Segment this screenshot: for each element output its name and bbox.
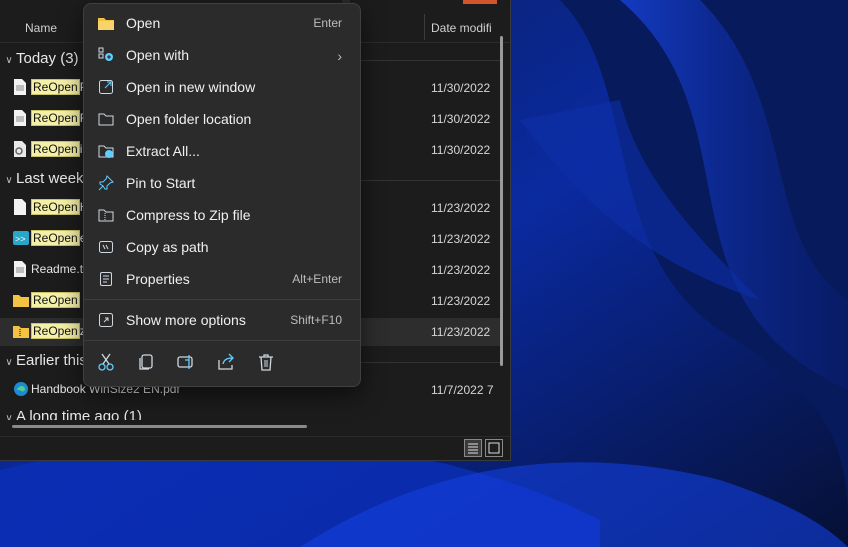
rename-icon[interactable] — [176, 352, 196, 372]
shortcut-label: Enter — [313, 16, 342, 30]
properties-icon — [100, 272, 112, 286]
new-window-icon — [99, 80, 113, 94]
file-name: i — [79, 142, 83, 156]
chevron-down-icon: ∨ — [5, 55, 13, 66]
name-column-header[interactable]: Name — [25, 21, 57, 35]
search-highlight: ReOpen — [31, 323, 80, 339]
chevron-right-icon: › — [337, 48, 342, 64]
tiles-view-icon — [488, 442, 500, 454]
status-bar — [0, 436, 510, 460]
menu-separator — [84, 299, 360, 300]
chevron-down-icon: ∨ — [5, 175, 13, 186]
shortcut-label: Alt+Enter — [292, 272, 342, 286]
group-header-today[interactable]: ∨ Today (3) — [0, 50, 78, 67]
details-view-button[interactable] — [464, 439, 482, 457]
menu-item-pin-to-start[interactable]: Pin to Start — [88, 168, 356, 198]
menu-item-open-new-window[interactable]: Open in new window — [88, 72, 356, 102]
search-highlight: ReOpen — [31, 110, 80, 126]
group-header-last-week[interactable]: ∨ Last week — [0, 170, 83, 187]
file-date: 11/23/2022 — [431, 201, 491, 215]
zip-folder-icon — [13, 326, 29, 338]
details-view-icon — [468, 443, 478, 454]
window-accent — [463, 0, 497, 4]
menu-item-open-folder-location[interactable]: Open folder location — [88, 104, 356, 134]
search-highlight: ReOpen — [31, 79, 80, 95]
text-file-icon — [14, 79, 26, 95]
zip-icon — [98, 209, 114, 222]
column-divider[interactable] — [424, 14, 425, 40]
app-icon: >> — [13, 231, 29, 245]
search-highlight: ReOpen — [31, 141, 80, 157]
copy-icon[interactable] — [136, 352, 156, 372]
file-name: Readme.t — [31, 262, 84, 276]
group-header-long-ago[interactable]: ∨ A long time ago (1) — [0, 408, 142, 420]
group-divider — [360, 180, 500, 181]
extract-icon — [98, 145, 114, 158]
more-options-icon — [99, 313, 113, 327]
file-date: 11/23/2022 — [431, 263, 491, 277]
cut-icon[interactable] — [96, 352, 116, 372]
file-date: 11/30/2022 — [431, 112, 491, 126]
date-column-header[interactable]: Date modifi — [431, 21, 492, 35]
folder-outline-icon — [98, 113, 114, 126]
menu-item-extract-all[interactable]: Extract All... — [88, 136, 356, 166]
delete-icon[interactable] — [256, 352, 276, 372]
file-date: 11/30/2022 — [431, 81, 491, 95]
text-file-icon — [14, 261, 26, 277]
settings-file-icon — [14, 141, 26, 157]
copy-path-icon — [99, 241, 113, 253]
edge-pdf-icon — [14, 382, 28, 396]
text-file-icon — [14, 110, 26, 126]
menu-item-copy-as-path[interactable]: Copy as path — [88, 232, 356, 262]
menu-item-properties[interactable]: Properties Alt+Enter — [88, 264, 356, 294]
chevron-down-icon: ∨ — [5, 413, 13, 420]
menu-item-show-more-options[interactable]: Show more options Shift+F10 — [88, 305, 356, 335]
search-highlight: ReOpen — [31, 199, 80, 215]
menu-item-open[interactable]: Open Enter — [88, 8, 356, 38]
file-date: 11/30/2022 — [431, 143, 491, 157]
tiles-view-button[interactable] — [485, 439, 503, 457]
vertical-scrollbar[interactable] — [500, 36, 503, 366]
horizontal-scrollbar[interactable] — [12, 425, 307, 428]
group-header-earlier[interactable]: ∨ Earlier this — [0, 352, 87, 369]
file-date: 11/23/2022 — [431, 294, 491, 308]
open-with-icon — [98, 47, 113, 61]
file-date: 11/7/2022 7 — [431, 383, 494, 397]
search-highlight: ReOpen — [31, 292, 80, 308]
search-highlight: ReOpen — [31, 230, 80, 246]
file-date: 11/23/2022 — [431, 325, 491, 339]
folder-icon — [98, 18, 114, 30]
share-icon[interactable] — [216, 352, 236, 372]
shortcut-label: Shift+F10 — [290, 313, 342, 327]
pin-icon — [98, 175, 114, 191]
menu-item-compress-zip[interactable]: Compress to Zip file — [88, 200, 356, 230]
folder-icon — [13, 295, 29, 307]
menu-item-open-with[interactable]: Open with › — [88, 40, 356, 70]
context-menu: Open Enter Open with › Open in new windo… — [83, 3, 361, 387]
group-divider — [360, 60, 500, 61]
chevron-down-icon: ∨ — [5, 357, 13, 368]
group-divider — [360, 362, 500, 363]
blank-file-icon — [14, 199, 26, 215]
svg-text:>>: >> — [15, 234, 26, 244]
file-date: 11/23/2022 — [431, 232, 491, 246]
menu-separator — [84, 340, 360, 341]
